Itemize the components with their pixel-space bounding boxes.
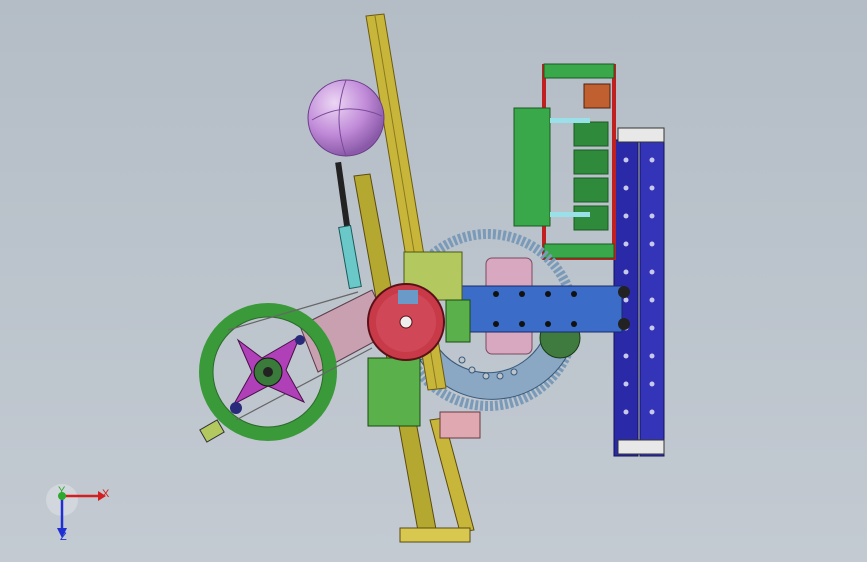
red-drive-disc[interactable] [367, 283, 445, 361]
coordinate-triad: X Y Z [46, 484, 110, 543]
cad-graphics-viewport[interactable]: X Y Z [0, 0, 867, 562]
model-canvas[interactable]: X Y Z [0, 0, 867, 562]
purple-ball[interactable] [307, 79, 385, 157]
z-axis-label: Z [60, 531, 67, 543]
magenta-spider-hub[interactable] [230, 334, 306, 414]
small-bracket[interactable] [199, 419, 225, 443]
x-axis-label: X [102, 488, 110, 500]
blue-arm[interactable] [457, 285, 630, 333]
y-axis-label: Y [58, 485, 66, 497]
green-control-box[interactable] [513, 107, 609, 231]
